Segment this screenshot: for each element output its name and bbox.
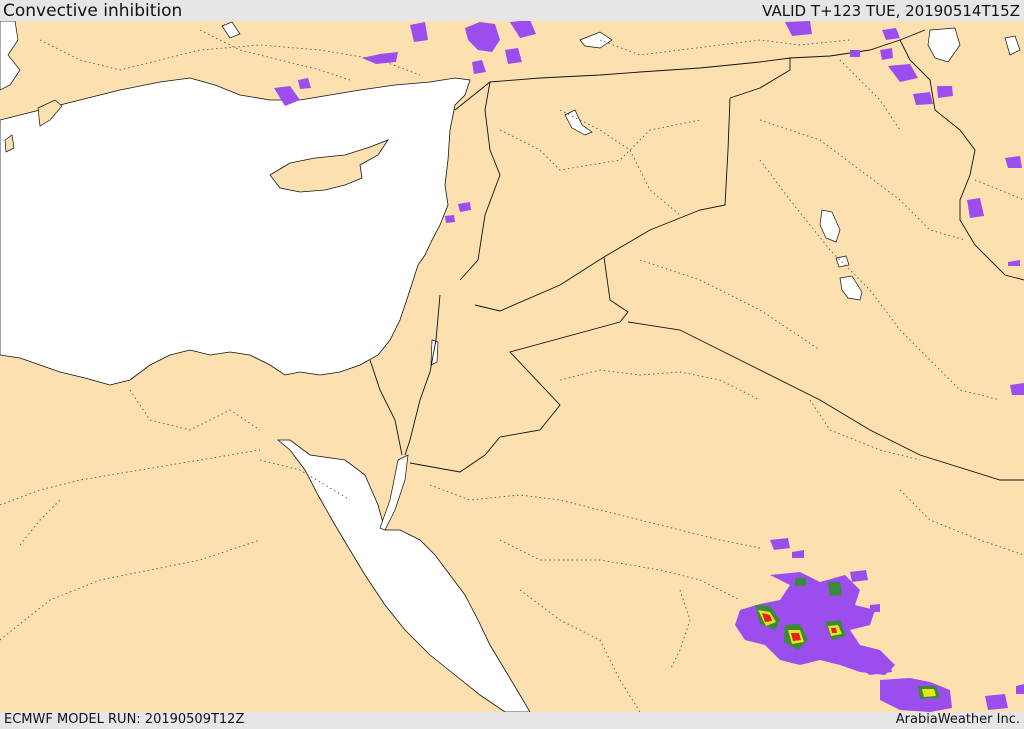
footer-bar: ECMWF MODEL RUN: 20190509T12Z ArabiaWeat… <box>0 712 1024 729</box>
map-title: Convective inhibition <box>3 1 183 21</box>
model-run: ECMWF MODEL RUN: 20190509T12Z <box>4 712 245 727</box>
header-bar: Convective inhibition VALID T+123 TUE, 2… <box>0 0 1024 21</box>
valid-time: VALID T+123 TUE, 20190514T15Z <box>762 2 1020 20</box>
map-canvas <box>0 21 1024 712</box>
credit-text: ArabiaWeather Inc. <box>895 712 1020 727</box>
map-panel <box>0 21 1024 712</box>
